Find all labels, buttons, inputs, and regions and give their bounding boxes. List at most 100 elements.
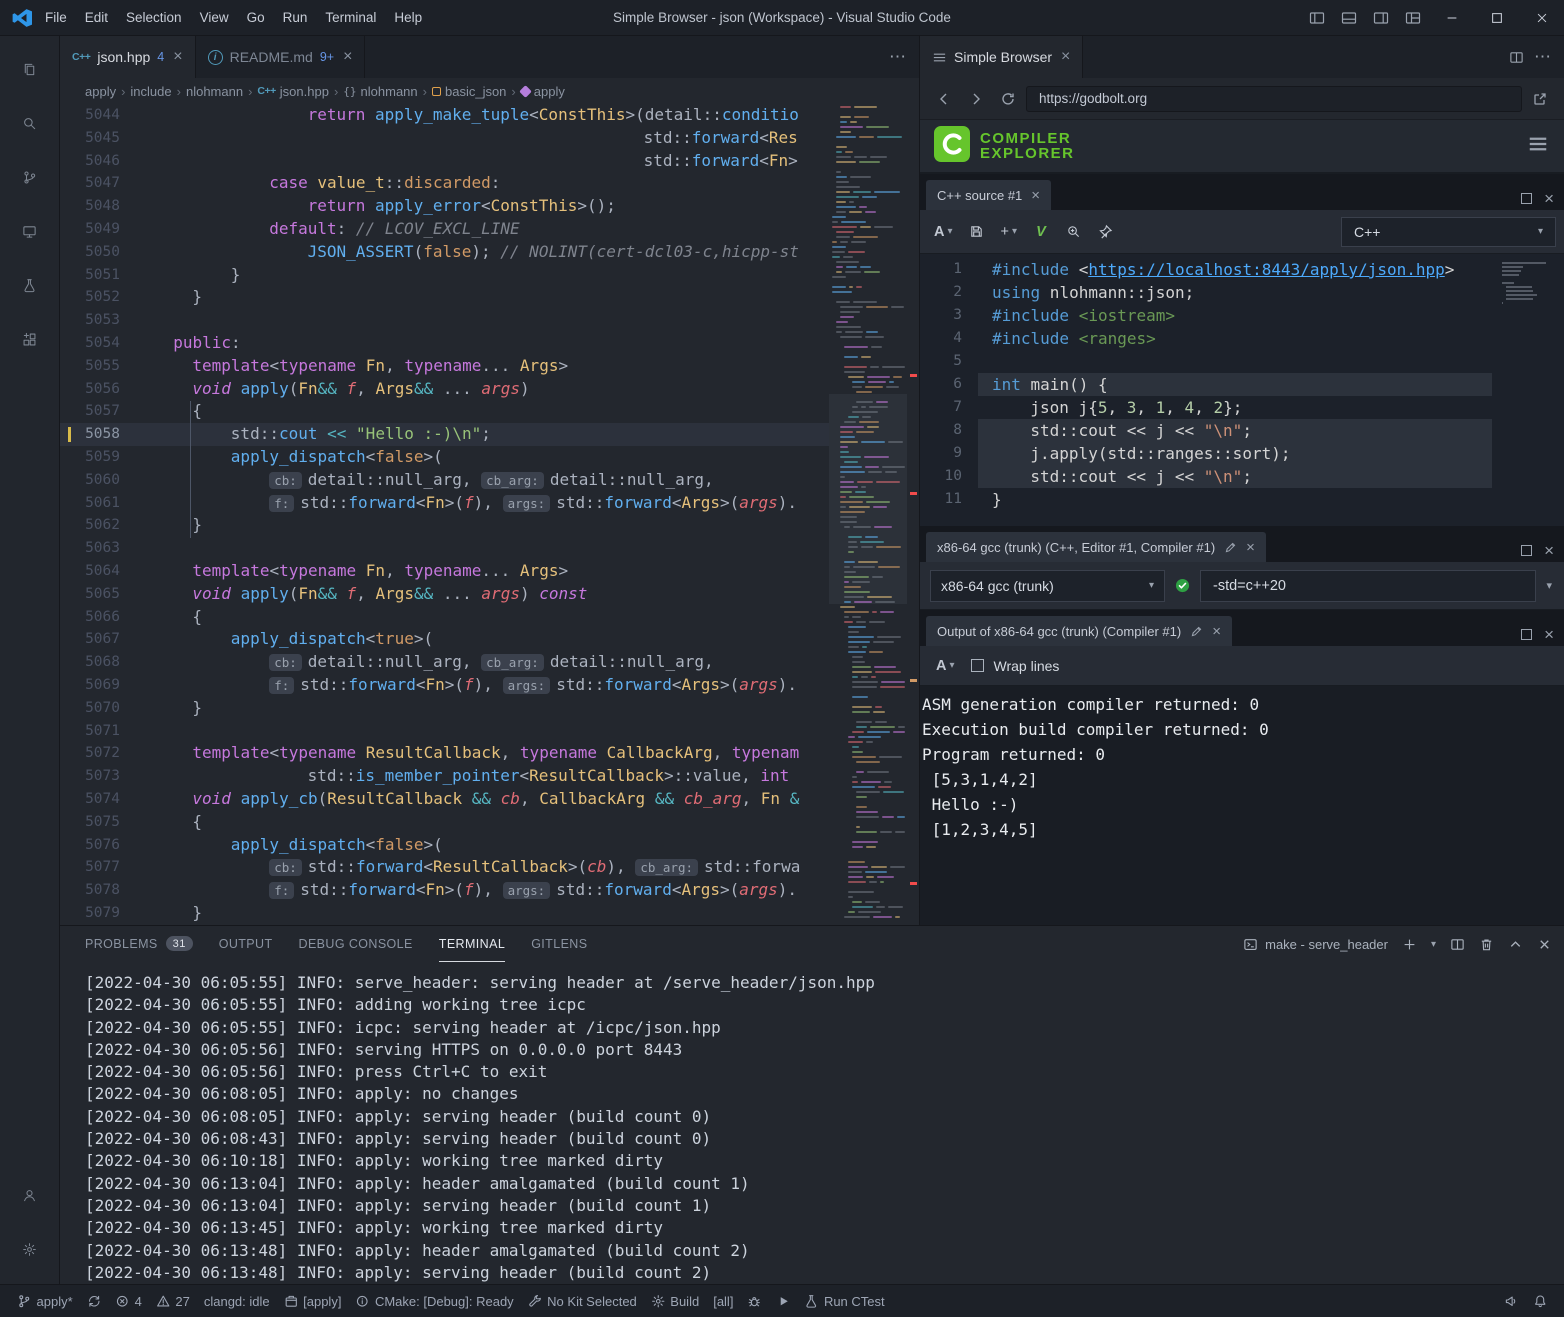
breadcrumb-item-include[interactable]: include <box>130 84 171 99</box>
close-icon[interactable]: × <box>173 48 182 66</box>
font-size-button[interactable]: A▾ <box>930 651 961 681</box>
toggle-panel-icon[interactable] <box>1333 0 1365 36</box>
gb-source-tab[interactable]: C++ source #1 × <box>926 180 1051 210</box>
cmake-project[interactable]: [apply] <box>277 1285 349 1317</box>
maximize-pane-icon[interactable] <box>1521 193 1532 204</box>
libraries-dropdown-icon[interactable]: ▾ <box>1546 579 1554 592</box>
close-icon[interactable]: × <box>1061 48 1070 66</box>
activity-settings[interactable] <box>0 1222 60 1276</box>
close-button[interactable] <box>1519 0 1564 36</box>
activity-account[interactable] <box>0 1168 60 1222</box>
panel-tab-gitlens[interactable]: GITLENS <box>531 926 587 962</box>
activity-remote[interactable] <box>0 204 60 258</box>
add-pane-button[interactable]: +▾ <box>995 217 1024 247</box>
menu-run[interactable]: Run <box>274 0 317 35</box>
pin-icon[interactable] <box>1091 217 1119 247</box>
breadcrumb-item-nlohmann[interactable]: nlohmann <box>186 84 243 99</box>
cmake-target[interactable]: [all] <box>706 1285 740 1317</box>
menu-terminal[interactable]: Terminal <box>316 0 385 35</box>
reload-icon[interactable] <box>994 85 1022 113</box>
tab-json.hpp[interactable]: C++json.hpp4× <box>60 36 196 78</box>
cmake-status[interactable]: CMake: [Debug]: Ready <box>348 1285 520 1317</box>
forward-icon[interactable] <box>962 85 990 113</box>
close-icon[interactable]: × <box>1246 539 1255 556</box>
split-editor-icon[interactable] <box>1509 50 1524 65</box>
close-pane-icon[interactable]: × <box>1544 629 1554 640</box>
announcement[interactable] <box>1497 1285 1526 1317</box>
problems-errors[interactable]: 4 <box>108 1285 149 1317</box>
menu-edit[interactable]: Edit <box>76 0 117 35</box>
cmake-kit[interactable]: No Kit Selected <box>521 1285 644 1317</box>
maximize-pane-icon[interactable] <box>1521 629 1532 640</box>
save-icon[interactable] <box>963 217 991 247</box>
panel-tab-problems[interactable]: PROBLEMS31 <box>85 926 193 962</box>
browser-more-actions-icon[interactable]: ⋯ <box>1534 47 1552 67</box>
breadcrumb-item-apply[interactable]: apply <box>521 84 565 99</box>
notifications[interactable] <box>1526 1285 1555 1317</box>
customize-layout-icon[interactable] <box>1397 0 1429 36</box>
edit-title-icon[interactable] <box>1190 625 1203 638</box>
back-icon[interactable] <box>930 85 958 113</box>
terminal-process-select[interactable]: make - serve_header <box>1243 937 1388 952</box>
menu-view[interactable]: View <box>191 0 238 35</box>
activity-beaker[interactable] <box>0 258 60 312</box>
editor-more-actions-icon[interactable]: ⋯ <box>889 47 907 67</box>
cmake-build[interactable]: Build <box>644 1285 706 1317</box>
close-icon[interactable]: × <box>1212 623 1221 640</box>
minimap[interactable] <box>829 104 907 925</box>
gb-output-tab[interactable]: Output of x86-64 gcc (trunk) (Compiler #… <box>926 616 1232 646</box>
maximize-pane-icon[interactable] <box>1521 545 1532 556</box>
vim-mode-icon[interactable]: V <box>1027 217 1055 247</box>
breadcrumb-item-basic_json[interactable]: basic_json <box>432 84 506 99</box>
minimize-button[interactable] <box>1429 0 1474 36</box>
search-plus-icon[interactable] <box>1059 217 1087 247</box>
gb-source-editor[interactable]: 1#include <https://localhost:8443/apply/… <box>920 254 1564 526</box>
terminal-output[interactable]: [2022-04-30 06:05:55] INFO: serve_header… <box>60 962 1564 1284</box>
maximize-button[interactable] <box>1474 0 1519 36</box>
toggle-secondary-sidebar-icon[interactable] <box>1365 0 1397 36</box>
breadcrumb-item-json.hpp[interactable]: C++json.hpp <box>257 84 329 99</box>
menu-selection[interactable]: Selection <box>117 0 191 35</box>
gb-compiler-tab[interactable]: x86-64 gcc (trunk) (C++, Editor #1, Comp… <box>926 532 1266 562</box>
activity-source-control[interactable] <box>0 150 60 204</box>
panel-tab-debug-console[interactable]: DEBUG CONSOLE <box>299 926 413 962</box>
toggle-sidebar-icon[interactable] <box>1301 0 1333 36</box>
wrap-lines-checkbox[interactable] <box>971 659 984 672</box>
panel-tab-terminal[interactable]: TERMINAL <box>439 926 505 962</box>
launch-target[interactable] <box>769 1285 798 1317</box>
close-icon[interactable]: × <box>1031 187 1040 204</box>
sync-status[interactable] <box>80 1285 109 1317</box>
maximize-panel-icon[interactable] <box>1508 937 1523 952</box>
edit-title-icon[interactable] <box>1224 541 1237 554</box>
url-input[interactable] <box>1026 86 1522 112</box>
new-terminal-icon[interactable] <box>1402 937 1417 952</box>
font-size-button[interactable]: A▾ <box>928 217 959 247</box>
debug-target[interactable] <box>740 1285 769 1317</box>
menu-file[interactable]: File <box>36 0 76 35</box>
kill-terminal-icon[interactable] <box>1479 937 1494 952</box>
problems-warnings[interactable]: 27 <box>149 1285 197 1317</box>
clangd-status[interactable]: clangd: idle <box>197 1285 277 1317</box>
close-pane-icon[interactable]: × <box>1544 193 1554 204</box>
git-branch-status[interactable]: apply* <box>10 1285 80 1317</box>
activity-search[interactable] <box>0 96 60 150</box>
tab-readme.md[interactable]: iREADME.md9+× <box>196 36 366 78</box>
close-panel-icon[interactable] <box>1537 937 1552 952</box>
terminal-dropdown-icon[interactable]: ▾ <box>1431 939 1436 950</box>
hamburger-menu-icon[interactable] <box>1526 132 1550 161</box>
split-terminal-icon[interactable] <box>1450 937 1465 952</box>
breadcrumb-item-nlohmann[interactable]: {}nlohmann <box>343 84 417 99</box>
gb-output[interactable]: ASM generation compiler returned: 0Execu… <box>920 686 1564 925</box>
breadcrumb-item-apply[interactable]: apply <box>85 84 116 99</box>
activity-files[interactable] <box>0 42 60 96</box>
compiler-select[interactable]: x86-64 gcc (trunk) ▾ <box>930 570 1165 602</box>
run-ctest[interactable]: Run CTest <box>797 1285 891 1317</box>
panel-tab-output[interactable]: OUTPUT <box>219 926 273 962</box>
compiler-options-input[interactable]: -std=c++20 <box>1200 570 1536 602</box>
language-select[interactable]: C++ ▾ <box>1341 217 1556 247</box>
menu-go[interactable]: Go <box>238 0 274 35</box>
menu-help[interactable]: Help <box>385 0 431 35</box>
tab-simple-browser[interactable]: Simple Browser × <box>920 36 1083 78</box>
close-icon[interactable]: × <box>343 48 352 66</box>
activity-extensions[interactable] <box>0 312 60 366</box>
